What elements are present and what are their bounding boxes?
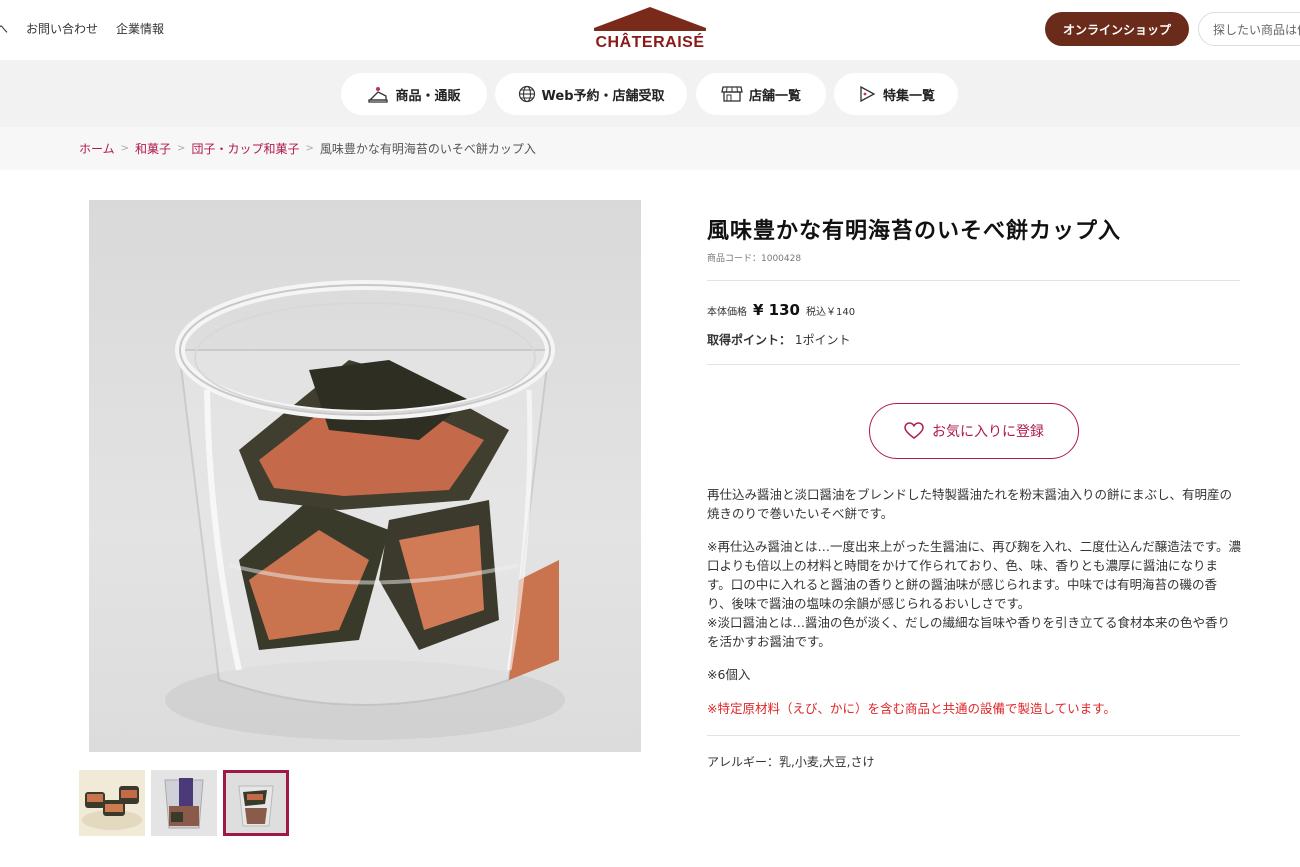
breadcrumb-home[interactable]: ホーム xyxy=(79,140,115,157)
breadcrumb-separator: > xyxy=(305,143,314,154)
breadcrumb-current: 風味豊かな有明海苔のいそべ餅カップ入 xyxy=(319,142,536,156)
play-icon xyxy=(860,85,876,103)
logo-roof-icon xyxy=(594,7,706,31)
add-favorite-button[interactable]: お気に入りに登録 xyxy=(869,403,1079,459)
favorite-wrap: お気に入りに登録 xyxy=(707,403,1241,459)
divider xyxy=(707,280,1240,281)
divider xyxy=(707,364,1240,365)
divider xyxy=(707,735,1240,736)
price-row: 本体価格 ¥ 130 税込￥140 xyxy=(707,301,1241,319)
breadcrumb-wagashi[interactable]: 和菓子 xyxy=(135,140,171,157)
thumbnail-photo-plate xyxy=(79,770,145,836)
nav-web-reserve-button[interactable]: Web予約・店舗受取 xyxy=(495,73,687,115)
description-quantity: ※6個入 xyxy=(707,667,751,682)
nav-products-label: 商品・通販 xyxy=(395,88,461,104)
breadcrumb-dango[interactable]: 団子・カップ和菓子 xyxy=(191,140,299,157)
top-links: へ お問い合わせ 企業情報 xyxy=(0,20,164,37)
online-shop-button[interactable]: オンラインショップ xyxy=(1045,12,1189,46)
points-label: 取得ポイント： xyxy=(707,333,792,347)
points-row: 取得ポイント： 1ポイント xyxy=(707,331,1241,348)
site-header: へ お問い合わせ 企業情報 CHÂTERAISÉ オンラインショップ 探したい商… xyxy=(0,0,1300,60)
product-main-image[interactable] xyxy=(89,200,641,752)
thumbnail-photo-packaged xyxy=(151,770,217,836)
breadcrumb-separator: > xyxy=(177,143,186,154)
add-favorite-label: お気に入りに登録 xyxy=(932,424,1044,440)
price-value: ¥ 130 xyxy=(753,301,800,319)
product-code: 商品コード：1000428 xyxy=(707,254,802,264)
heart-icon xyxy=(904,422,924,439)
allergy-info: アレルギー：乳,小麦,大豆,さけ xyxy=(707,755,875,769)
shop-icon xyxy=(721,86,743,102)
logo-text: CHÂTERAISÉ xyxy=(595,34,705,51)
globe-icon xyxy=(518,85,535,103)
top-link-company[interactable]: 企業情報 xyxy=(116,20,164,37)
category-nav: 商品・通販 Web予約・店舗受取 店舗一覧 特集一覧 xyxy=(0,60,1300,127)
price-tax-included: 税込￥140 xyxy=(805,307,856,318)
top-link-cutoff[interactable]: へ xyxy=(0,20,8,37)
breadcrumb: ホーム > 和菓子 > 団子・カップ和菓子 > 風味豊かな有明海苔のいそべ餅カッ… xyxy=(0,127,1300,170)
allergen-warning: ※特定原材料（えび、かに）を含む商品と共通の設備で製造しています。 xyxy=(707,701,1116,716)
price-label: 本体価格 xyxy=(707,307,747,318)
nav-features-button[interactable]: 特集一覧 xyxy=(834,73,958,115)
description-paragraph-1: 再仕込み醤油と淡口醤油をブレンドした特製醤油たれを粉末醤油入りの餅にまぶし、有明… xyxy=(707,487,1233,521)
product-photo xyxy=(165,280,565,740)
thumbnail-2[interactable] xyxy=(151,770,217,836)
breadcrumb-separator: > xyxy=(120,143,130,154)
nav-features-label: 特集一覧 xyxy=(882,88,935,104)
cake-icon xyxy=(368,87,389,103)
search-input[interactable]: 探したい商品は何 xyxy=(1198,12,1300,46)
thumbnail-1[interactable] xyxy=(79,770,145,836)
thumbnail-3-selected[interactable] xyxy=(223,770,289,836)
product-info: 風味豊かな有明海苔のいそべ餅カップ入 商品コード：1000428 本体価格 ¥ … xyxy=(707,200,1241,770)
description-paragraph-2: ※再仕込み醤油とは…一度出来上がった生醤油に、再び麹を入れ、二度仕込んだ醸造法で… xyxy=(707,539,1241,649)
product-thumbnails xyxy=(79,770,289,836)
brand-logo[interactable]: CHÂTERAISÉ xyxy=(592,6,708,54)
nav-products-button[interactable]: 商品・通販 xyxy=(341,73,487,115)
product-description: 再仕込み醤油と淡口醤油をブレンドした特製醤油たれを粉末醤油入りの餅にまぶし、有明… xyxy=(707,485,1241,684)
product-title: 風味豊かな有明海苔のいそべ餅カップ入 xyxy=(707,219,1122,244)
nav-web-reserve-label: Web予約・店舗受取 xyxy=(541,88,665,104)
nav-stores-label: 店舗一覧 xyxy=(748,88,801,104)
thumbnail-photo-cup xyxy=(223,770,289,836)
points-value: 1ポイント xyxy=(794,333,851,347)
top-link-contact[interactable]: お問い合わせ xyxy=(26,20,98,37)
nav-stores-button[interactable]: 店舗一覧 xyxy=(696,73,826,115)
